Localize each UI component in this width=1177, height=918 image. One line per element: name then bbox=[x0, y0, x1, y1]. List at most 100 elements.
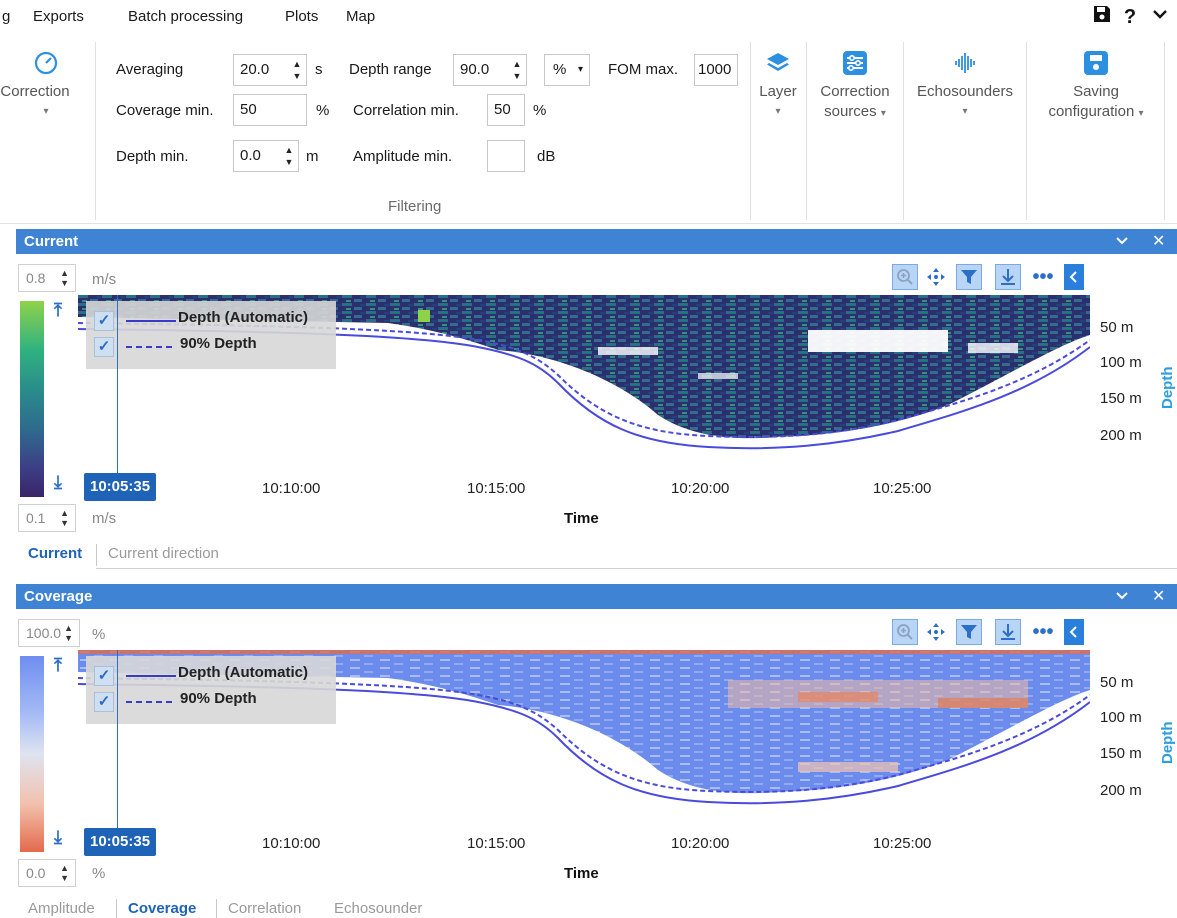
scale-max-input[interactable]: 100.0 ▲ ▼ bbox=[18, 619, 80, 647]
legend-label: 90% Depth bbox=[180, 690, 257, 707]
time-tick: 10:10:00 bbox=[262, 480, 321, 497]
fom-max-input[interactable]: 1000 bbox=[694, 54, 738, 86]
zoom-icon[interactable] bbox=[892, 264, 918, 290]
collapse-panel-icon[interactable] bbox=[1114, 229, 1130, 254]
top-limit-icon[interactable]: ⤒ bbox=[54, 301, 62, 319]
filter-icon[interactable] bbox=[956, 264, 982, 290]
tab-amplitude[interactable]: Amplitude bbox=[28, 896, 95, 918]
filter-icon[interactable] bbox=[956, 619, 982, 645]
scale-max-value: 100.0 bbox=[26, 625, 62, 641]
tab-current[interactable]: Current bbox=[28, 541, 82, 567]
scale-unit: % bbox=[92, 626, 106, 643]
pan-icon[interactable] bbox=[923, 264, 949, 290]
depth-tick: 200 m bbox=[1100, 427, 1142, 444]
zoom-icon[interactable] bbox=[892, 619, 918, 645]
scale-max-input[interactable]: 0.8 ▲ ▼ bbox=[18, 264, 76, 292]
cursor-time-badge[interactable]: 10:05:35 bbox=[84, 828, 157, 856]
spinner-icon[interactable]: ▲ ▼ bbox=[284, 144, 294, 168]
menu-item-logging[interactable]: g bbox=[2, 0, 10, 34]
correction-button[interactable]: Correction ▾ bbox=[0, 48, 92, 122]
tab-current-direction[interactable]: Current direction bbox=[108, 541, 219, 567]
fom-max-label: FOM max. bbox=[608, 61, 678, 78]
divider bbox=[95, 42, 96, 220]
time-tick: 10:10:00 bbox=[262, 835, 321, 852]
menu-item-batch-processing[interactable]: Batch processing bbox=[128, 0, 243, 34]
checkbox-icon[interactable]: ✓ bbox=[94, 311, 114, 331]
collapse-icon[interactable] bbox=[1148, 4, 1172, 30]
spinner-icon[interactable]: ▲ ▼ bbox=[292, 58, 302, 82]
time-cursor[interactable] bbox=[117, 295, 118, 473]
spinner-icon[interactable]: ▲ ▼ bbox=[60, 268, 69, 288]
correction-sources-label-line2: sources bbox=[824, 103, 877, 120]
close-panel-icon[interactable]: ✕ bbox=[1152, 229, 1165, 254]
checkbox-icon[interactable]: ✓ bbox=[94, 666, 114, 686]
scale-min-input[interactable]: 0.0 ▲ ▼ bbox=[18, 859, 76, 887]
chevron-down-icon: ▾ bbox=[577, 64, 583, 75]
depth-range-unit-select[interactable]: % ▾ bbox=[544, 54, 590, 86]
colorbar bbox=[20, 656, 44, 852]
menu-item-map[interactable]: Map bbox=[346, 0, 375, 34]
divider bbox=[1026, 42, 1027, 220]
coverage-min-unit: % bbox=[316, 102, 330, 119]
collapse-panel-icon[interactable] bbox=[1114, 584, 1130, 609]
menu-item-plots[interactable]: Plots bbox=[285, 0, 318, 34]
collapse-left-icon[interactable] bbox=[1064, 619, 1084, 645]
checkbox-icon[interactable]: ✓ bbox=[94, 692, 114, 712]
pan-icon[interactable] bbox=[923, 619, 949, 645]
panel-header: Coverage ✕ bbox=[16, 584, 1177, 609]
correction-sources-button[interactable]: Correction sources ▾ bbox=[808, 48, 902, 124]
averaging-unit: s bbox=[315, 61, 323, 78]
scale-min-input[interactable]: 0.1 ▲ ▼ bbox=[18, 504, 76, 532]
more-icon[interactable]: ••• bbox=[1030, 619, 1056, 645]
averaging-input[interactable]: 20.0 ▲ ▼ bbox=[233, 54, 307, 86]
download-icon[interactable] bbox=[995, 619, 1021, 645]
averaging-label: Averaging bbox=[116, 61, 184, 78]
download-icon[interactable] bbox=[995, 264, 1021, 290]
scale-min-value: 0.1 bbox=[26, 510, 46, 526]
chevron-down-icon: ▾ bbox=[1138, 108, 1144, 119]
amplitude-min-input[interactable] bbox=[487, 140, 525, 172]
correlation-min-input[interactable]: 50 bbox=[487, 94, 525, 126]
correlation-min-unit: % bbox=[533, 102, 547, 119]
current-tabbar: Current Current direction bbox=[16, 541, 616, 567]
scale-unit: m/s bbox=[92, 510, 117, 527]
bottom-limit-icon[interactable]: ⤓ bbox=[54, 828, 62, 846]
help-icon[interactable]: ? bbox=[1120, 4, 1140, 30]
time-tick: 10:15:00 bbox=[467, 480, 526, 497]
top-limit-icon[interactable]: ⤒ bbox=[54, 656, 62, 674]
divider bbox=[750, 42, 751, 220]
spinner-icon[interactable]: ▲ ▼ bbox=[60, 508, 69, 528]
depth-tick: 50 m bbox=[1100, 674, 1134, 691]
waveform-icon bbox=[950, 48, 980, 78]
spinner-icon[interactable]: ▲ ▼ bbox=[64, 623, 73, 643]
collapse-left-icon[interactable] bbox=[1064, 264, 1084, 290]
bottom-limit-icon[interactable]: ⤓ bbox=[54, 473, 62, 491]
tab-echosounder[interactable]: Echosounder bbox=[334, 896, 422, 918]
spinner-icon[interactable]: ▲ ▼ bbox=[512, 58, 522, 82]
checkbox-icon[interactable]: ✓ bbox=[94, 337, 114, 357]
depth-min-input[interactable]: 0.0 ▲ ▼ bbox=[233, 140, 299, 172]
coverage-panel: Coverage ✕ 100.0 ▲ ▼ % ••• ✓ Depth (Auto… bbox=[16, 584, 1177, 894]
colorbar bbox=[20, 301, 44, 497]
time-tick: 10:20:00 bbox=[671, 480, 730, 497]
layer-button[interactable]: Layer ▾ bbox=[754, 48, 802, 122]
depth-range-input[interactable]: 90.0 ▲ ▼ bbox=[453, 54, 527, 86]
panel-header: Current ✕ bbox=[16, 229, 1177, 254]
close-panel-icon[interactable]: ✕ bbox=[1152, 584, 1165, 609]
tab-divider bbox=[116, 899, 117, 918]
tab-coverage[interactable]: Coverage bbox=[128, 896, 196, 918]
coverage-min-input[interactable]: 50 bbox=[233, 94, 307, 126]
echosounders-label: Echosounders bbox=[917, 83, 1013, 100]
more-icon[interactable]: ••• bbox=[1030, 264, 1056, 290]
time-tick: 10:20:00 bbox=[671, 835, 730, 852]
saving-configuration-button[interactable]: Saving configuration ▾ bbox=[1030, 48, 1162, 124]
spinner-icon[interactable]: ▲ ▼ bbox=[60, 863, 69, 883]
saving-label-line2: configuration bbox=[1048, 103, 1135, 120]
depth-tick: 150 m bbox=[1100, 745, 1142, 762]
time-cursor[interactable] bbox=[117, 650, 118, 828]
save-icon[interactable] bbox=[1090, 4, 1114, 30]
menu-item-exports[interactable]: Exports bbox=[33, 0, 84, 34]
cursor-time-badge[interactable]: 10:05:35 bbox=[84, 473, 157, 501]
tab-correlation[interactable]: Correlation bbox=[228, 896, 301, 918]
echosounders-button[interactable]: Echosounders ▾ bbox=[905, 48, 1025, 122]
